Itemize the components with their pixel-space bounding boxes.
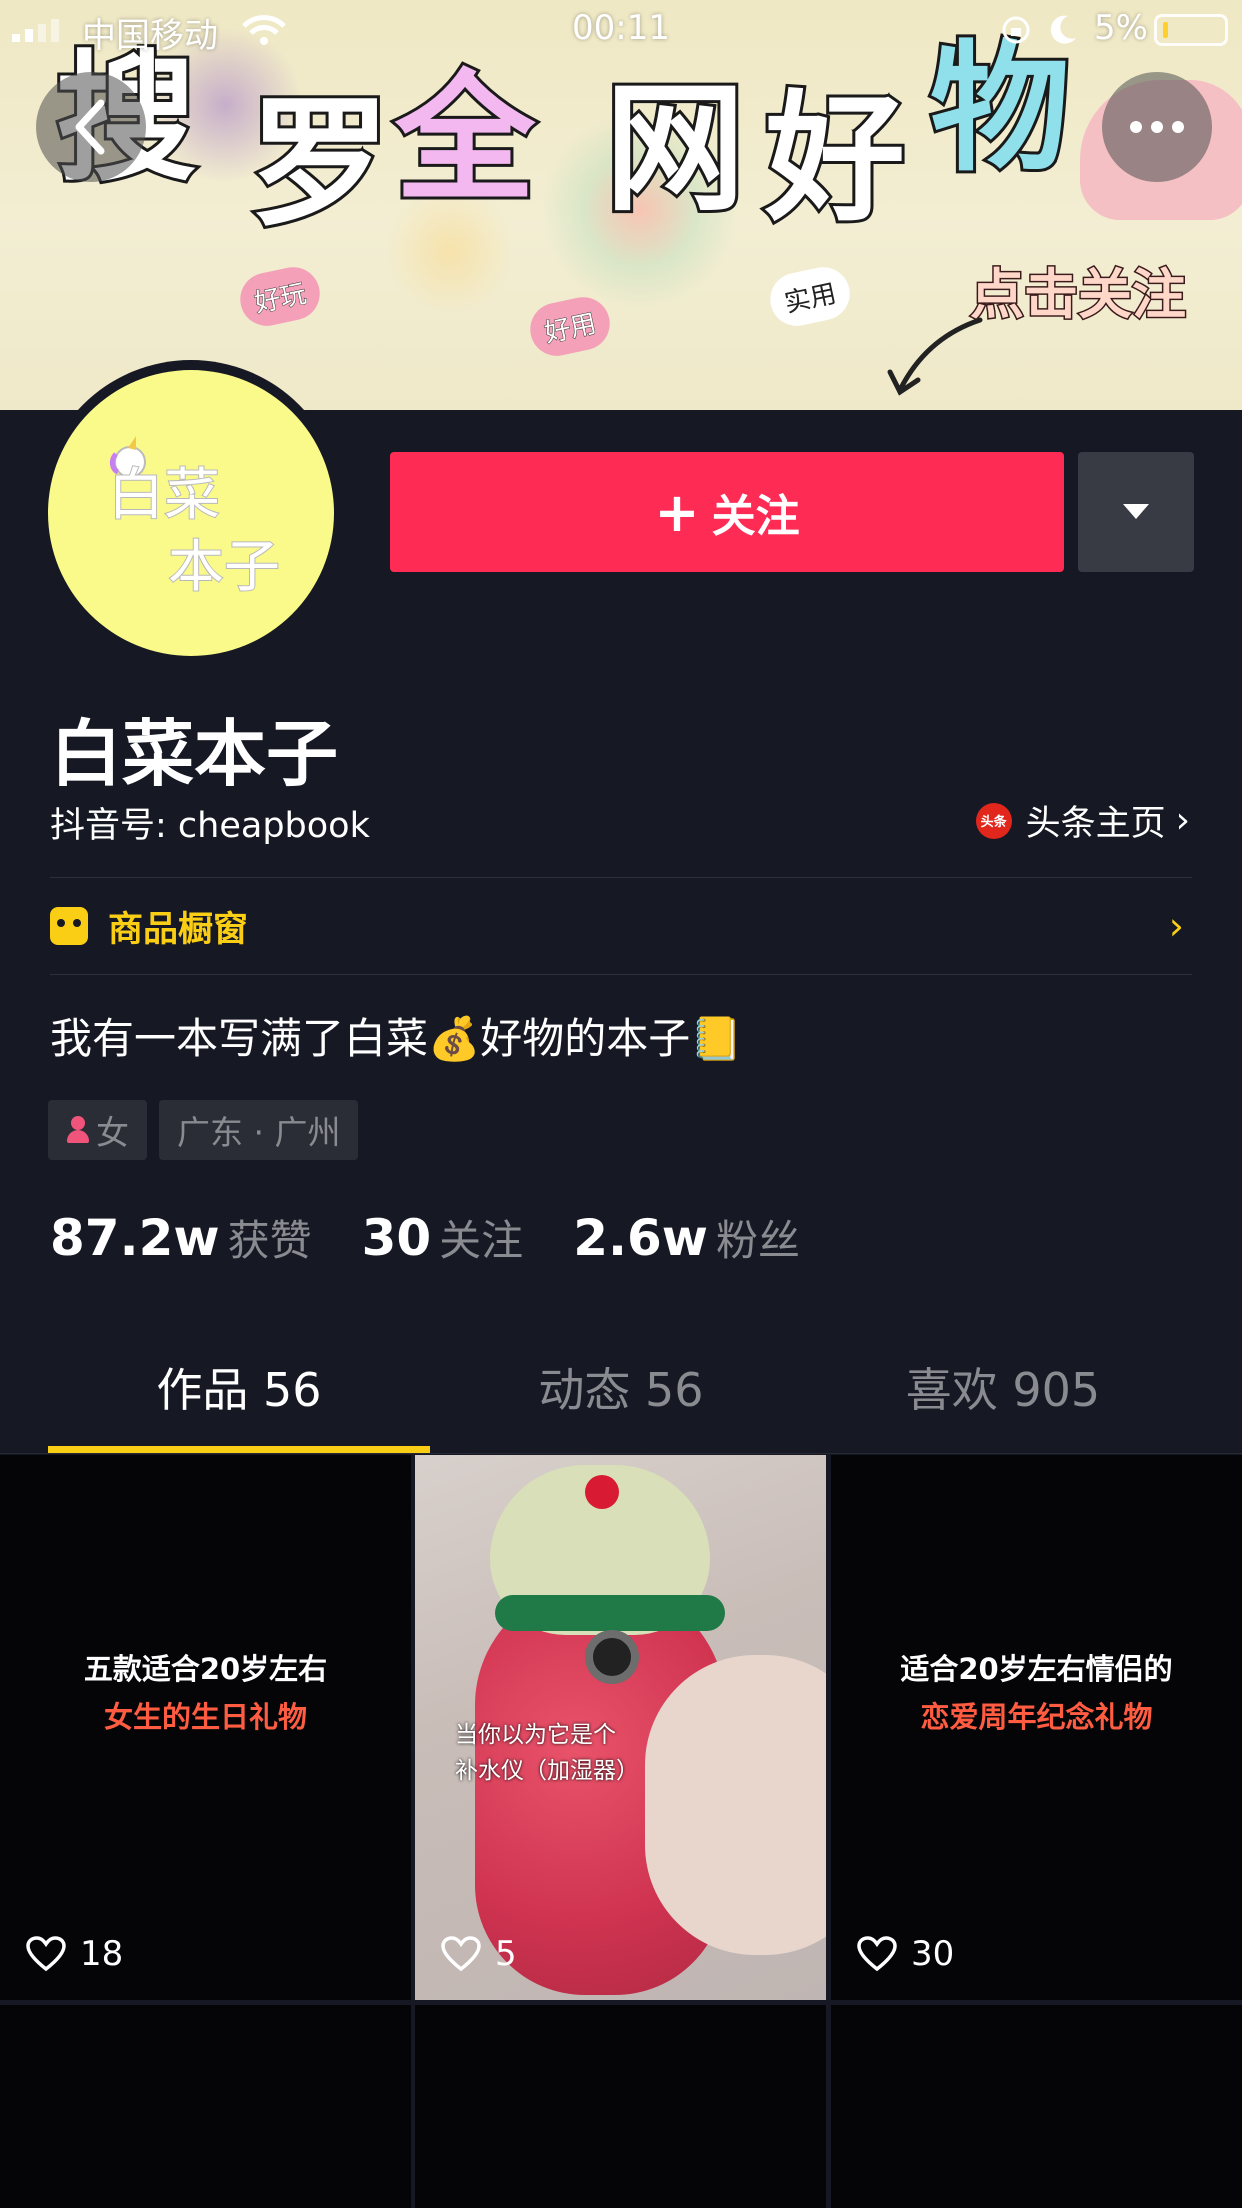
location-tag: 广东 · 广州 bbox=[159, 1100, 359, 1160]
video-tile[interactable]: 五款适合20岁左右 女生的生日礼物 18 bbox=[0, 1455, 411, 2000]
stat-number: 2.6w bbox=[573, 1209, 708, 1267]
douyin-id: 抖音号: cheapbook bbox=[50, 806, 370, 846]
plus-icon: + bbox=[654, 480, 700, 544]
shop-window-row[interactable]: 商品橱窗 › bbox=[50, 878, 1192, 974]
sticker-label: 好玩 bbox=[235, 262, 325, 331]
heart-icon bbox=[441, 1936, 481, 1972]
follow-button[interactable]: + 关注 bbox=[390, 452, 1064, 572]
gender-label: 女 bbox=[96, 1113, 129, 1152]
battery-percent: 5% bbox=[1094, 8, 1148, 48]
banner-char: 好 bbox=[762, 78, 908, 241]
heart-icon bbox=[26, 1936, 66, 1972]
video-thumbnail bbox=[495, 1595, 725, 1631]
video-tile[interactable]: 适合20岁左右情侣的 恋爱周年纪念礼物 30 bbox=[831, 1455, 1242, 2000]
likes-stat: 87.2w 获赞 bbox=[50, 1207, 312, 1268]
location-label: 广东 · 广州 bbox=[177, 1113, 341, 1152]
profile-nickname: 白菜本子 bbox=[50, 712, 339, 796]
video-cover-text: 五款适合20岁左右 女生的生日礼物 bbox=[0, 1645, 411, 1741]
video-tile[interactable]: 当你以为它是个 补水仪（加湿器） 5 bbox=[415, 1455, 826, 2000]
stat-number: 30 bbox=[361, 1209, 432, 1267]
shop-window-label: 商品橱窗 bbox=[108, 909, 249, 950]
banner-title: 搜 罗 全 网 好 物 bbox=[0, 28, 1242, 246]
cover-line: 五款适合20岁左右 bbox=[83, 1652, 328, 1686]
banner-char: 网 bbox=[602, 68, 748, 231]
more-options-button[interactable] bbox=[1102, 72, 1212, 182]
shop-icon bbox=[50, 907, 88, 945]
arrow-doodle-icon bbox=[887, 317, 983, 396]
video-tile[interactable] bbox=[415, 2005, 826, 2208]
banner-char: 物 bbox=[927, 28, 1073, 191]
follow-label: 关注 bbox=[711, 491, 800, 542]
video-thumbnail bbox=[645, 1655, 826, 1955]
profile-banner: 搜 罗 全 网 好 物 好玩 好用 实用 点击关注 bbox=[0, 0, 1242, 410]
stat-label: 粉丝 bbox=[715, 1216, 800, 1265]
avatar-border: 白菜 本子 bbox=[38, 360, 344, 666]
profile-tags: 女 广东 · 广州 bbox=[48, 1100, 370, 1160]
followers-stat[interactable]: 2.6w 粉丝 bbox=[573, 1207, 800, 1268]
tab-works[interactable]: 作品 56 bbox=[48, 1320, 430, 1454]
tab-likes[interactable]: 喜欢 905 bbox=[812, 1320, 1194, 1454]
active-tab-indicator bbox=[48, 1446, 430, 1453]
cover-line: 适合20岁左右情侣的 bbox=[900, 1652, 1173, 1686]
toutiao-logo-icon: 头条 bbox=[975, 802, 1012, 839]
video-tile[interactable] bbox=[831, 2005, 1242, 2208]
gender-tag: 女 bbox=[48, 1100, 147, 1160]
likes-count: 30 bbox=[911, 1934, 955, 1974]
more-dots-icon bbox=[1130, 121, 1184, 133]
toutiao-label: 头条主页 bbox=[1025, 804, 1166, 844]
heart-icon bbox=[857, 1936, 897, 1972]
tab-activity[interactable]: 动态 56 bbox=[430, 1320, 812, 1454]
stat-label: 获赞 bbox=[227, 1216, 312, 1265]
video-thumbnail bbox=[585, 1475, 619, 1509]
chevron-left-icon bbox=[75, 99, 105, 155]
recommend-dropdown-button[interactable] bbox=[1078, 452, 1194, 572]
stat-label: 关注 bbox=[439, 1216, 524, 1265]
caption-line: 当你以为它是个 bbox=[455, 1722, 616, 1748]
caption-line: 补水仪（加湿器） bbox=[455, 1758, 639, 1784]
video-thumbnail bbox=[585, 1630, 639, 1684]
toutiao-homepage-link[interactable]: 头条 头条主页 › bbox=[975, 795, 1190, 846]
sticker-label: 实用 bbox=[765, 262, 855, 331]
video-likes: 18 bbox=[26, 1934, 123, 1974]
video-tile[interactable] bbox=[0, 2005, 411, 2208]
video-cover-text: 适合20岁左右情侣的 恋爱周年纪念礼物 bbox=[831, 1645, 1242, 1741]
battery-icon bbox=[1154, 14, 1228, 46]
lock-rotation-icon bbox=[1002, 16, 1030, 44]
following-stat[interactable]: 30 关注 bbox=[362, 1207, 524, 1268]
avatar-text: 本子 bbox=[167, 534, 281, 601]
video-caption: 当你以为它是个 补水仪（加湿器） bbox=[455, 1717, 639, 1789]
cover-line: 女生的生日礼物 bbox=[103, 1700, 307, 1734]
back-button[interactable] bbox=[36, 72, 146, 182]
avatar-text: 白菜 bbox=[107, 462, 221, 529]
content-tabs: 作品 56 动态 56 喜欢 905 bbox=[0, 1320, 1242, 1454]
divider bbox=[50, 974, 1192, 975]
likes-count: 18 bbox=[80, 1934, 124, 1974]
female-user-icon bbox=[66, 1116, 90, 1144]
banner-char: 罗 bbox=[247, 83, 393, 246]
profile-stats: 87.2w 获赞 30 关注 2.6w 粉丝 bbox=[50, 1207, 850, 1268]
moon-icon bbox=[1050, 15, 1076, 44]
cover-line: 恋爱周年纪念礼物 bbox=[920, 1700, 1153, 1734]
likes-count: 5 bbox=[495, 1934, 517, 1974]
chevron-right-icon: › bbox=[1168, 904, 1184, 948]
banner-cta: 点击关注 bbox=[969, 262, 1188, 328]
video-likes: 30 bbox=[857, 1934, 954, 1974]
avatar[interactable]: 白菜 本子 bbox=[48, 370, 334, 656]
chevron-right-icon: › bbox=[1175, 800, 1190, 841]
profile-bio: 我有一本写满了白菜💰好物的本子📒 bbox=[50, 1014, 743, 1063]
video-likes: 5 bbox=[441, 1934, 517, 1974]
status-bar: 中国移动 00:11 5% bbox=[0, 0, 1242, 60]
stat-number: 87.2w bbox=[50, 1209, 220, 1267]
banner-char: 全 bbox=[392, 58, 538, 221]
